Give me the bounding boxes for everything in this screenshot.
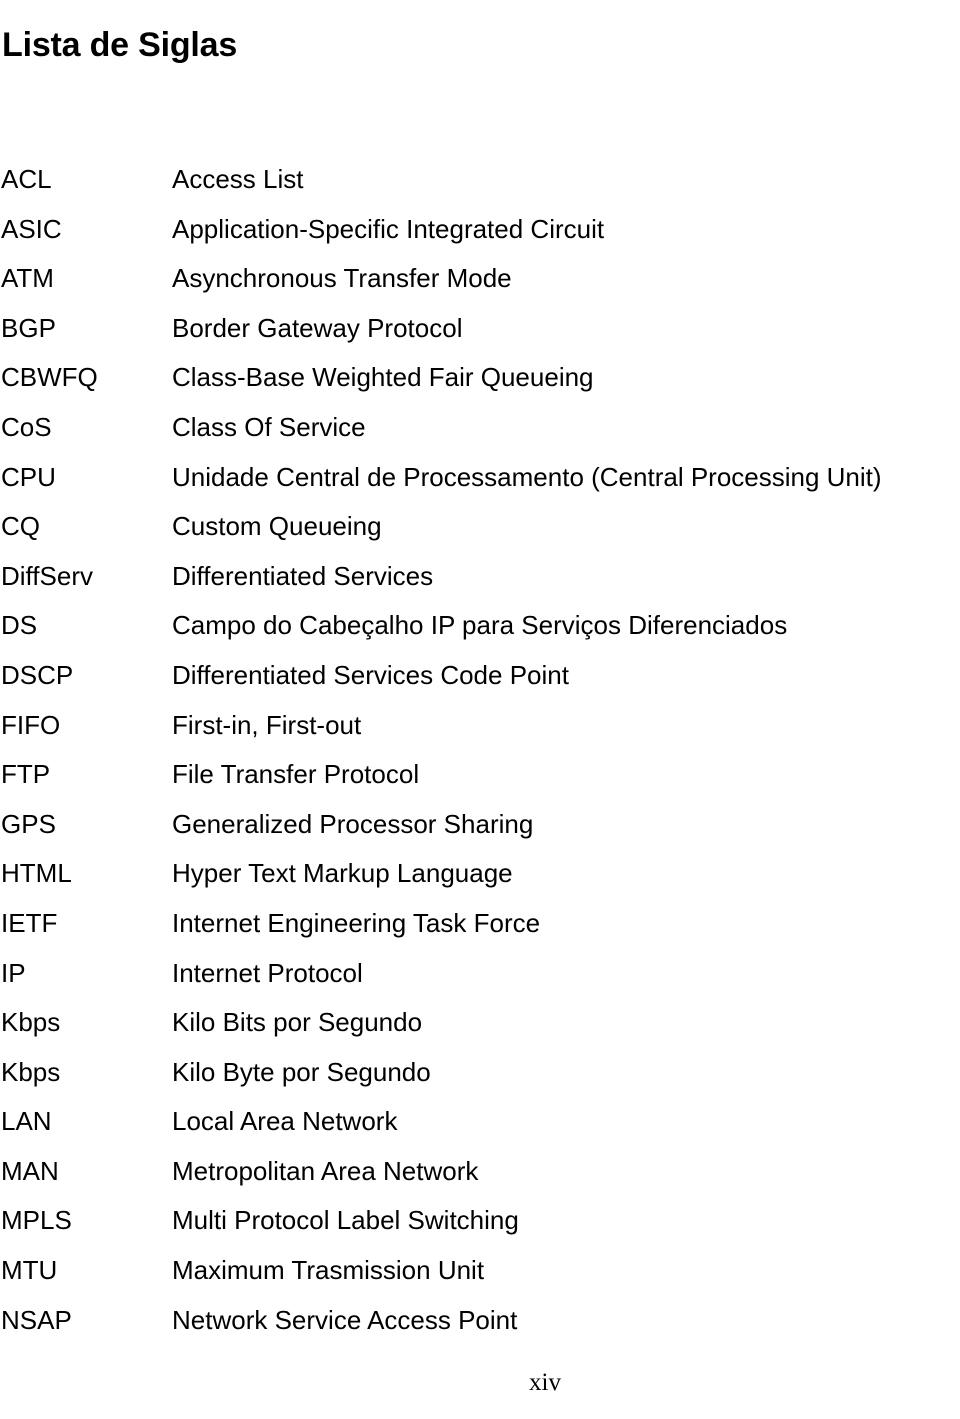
acronym-row: Kbps Kilo Bits por Segundo — [0, 1005, 960, 1055]
acronym-row: IP Internet Protocol — [0, 956, 960, 1006]
acronym-term: CoS — [1, 411, 52, 442]
acronym-definition: Unidade Central de Processamento (Centra… — [172, 461, 882, 492]
acronym-row: MPLS Multi Protocol Label Switching — [0, 1203, 960, 1253]
acronym-term: ATM — [1, 263, 54, 294]
document-page: Lista de Siglas ACL Access List ASIC Applic… — [0, 0, 960, 1419]
page-title: Lista de Siglas — [2, 25, 238, 64]
acronym-definition: Campo do Cabeçalho IP para Serviços Dife… — [172, 610, 788, 641]
acronym-term: IP — [1, 957, 26, 988]
acronym-definition: Internet Engineering Task Force — [172, 907, 541, 938]
acronym-definition: Network Service Access Point — [172, 1304, 518, 1335]
acronym-term: IETF — [1, 907, 58, 938]
acronym-definition: Access List — [172, 164, 304, 194]
acronym-term: FIFO — [1, 709, 61, 740]
acronym-definition: Class-Base Weighted Fair Queueing — [172, 362, 594, 393]
acronym-row: ACL Access List — [0, 162, 960, 212]
page-number: xiv — [529, 1369, 561, 1396]
acronym-definition: Custom Queueing — [172, 511, 382, 542]
acronym-row: NSAP Network Service Access Point — [0, 1303, 960, 1353]
acronym-definition: Internet Protocol — [172, 957, 363, 988]
acronym-definition: Border Gateway Protocol — [172, 312, 463, 343]
acronym-row: CQ Custom Queueing — [0, 509, 960, 559]
acronym-term: BGP — [1, 312, 56, 343]
acronym-list: ACL Access List ASIC Application-Specific I… — [0, 162, 960, 1352]
acronym-term: CBWFQ — [1, 362, 98, 393]
acronym-term: NSAP — [1, 1304, 72, 1335]
acronym-term: DiffServ — [1, 560, 93, 591]
acronym-row: IETF Internet Engineering Task Force — [0, 906, 960, 956]
acronym-definition: Asynchronous Transfer Mode — [172, 263, 512, 294]
acronym-term: CPU — [1, 461, 56, 492]
acronym-row: CPU Unidade Central de Processamento (Cen… — [0, 460, 960, 510]
acronym-term: ACL — [1, 164, 52, 194]
acronym-term: Kbps — [1, 1007, 61, 1038]
acronym-term: GPS — [1, 808, 56, 839]
acronym-definition: Hyper Text Markup Language — [172, 858, 513, 889]
acronym-row: GPS Generalized Processor Sharing — [0, 807, 960, 857]
acronym-definition: Differentiated Services Code Point — [172, 659, 569, 690]
acronym-term: MTU — [1, 1255, 58, 1286]
acronym-row: MAN Metropolitan Area Network — [0, 1154, 960, 1204]
acronym-definition: Kilo Byte por Segundo — [172, 1056, 431, 1087]
acronym-row: Kbps Kilo Byte por Segundo — [0, 1055, 960, 1105]
acronym-row: DiffServ Differentiated Services — [0, 559, 960, 609]
acronym-term: MAN — [1, 1155, 59, 1186]
acronym-definition: Metropolitan Area Network — [172, 1155, 479, 1186]
acronym-row: ATM Asynchronous Transfer Mode — [0, 261, 960, 311]
acronym-row: FIFO First-in, First-out — [0, 708, 960, 758]
acronym-definition: Class Of Service — [172, 411, 366, 442]
acronym-definition: First-in, First-out — [172, 709, 362, 740]
acronym-row: HTML Hyper Text Markup Language — [0, 856, 960, 906]
acronym-term: HTML — [1, 858, 72, 889]
acronym-term: Kbps — [1, 1056, 61, 1087]
acronym-row: LAN Local Area Network — [0, 1104, 960, 1154]
acronym-term: ASIC — [1, 213, 62, 244]
acronym-definition: Kilo Bits por Segundo — [172, 1007, 423, 1038]
acronym-definition: Local Area Network — [172, 1106, 398, 1137]
acronym-definition: Differentiated Services — [172, 560, 434, 591]
acronym-term: LAN — [1, 1106, 52, 1137]
acronym-row: CBWFQ Class-Base Weighted Fair Queueing — [0, 360, 960, 410]
acronym-row: ASIC Application-Specific Integrated Circ… — [0, 212, 960, 262]
acronym-term: DSCP — [1, 659, 74, 690]
acronym-row: DSCP Differentiated Services Code Point — [0, 658, 960, 708]
acronym-term: CQ — [1, 511, 40, 542]
acronym-definition: Generalized Processor Sharing — [172, 808, 534, 839]
acronym-definition: File Transfer Protocol — [172, 759, 420, 790]
acronym-definition: Application-Specific Integrated Circuit — [172, 213, 605, 244]
acronym-row: BGP Border Gateway Protocol — [0, 311, 960, 361]
acronym-row: MTU Maximum Trasmission Unit — [0, 1253, 960, 1303]
acronym-definition: Maximum Trasmission Unit — [172, 1255, 485, 1286]
acronym-row: DS Campo do Cabeçalho IP para Serviços Di… — [0, 608, 960, 658]
acronym-row: CoS Class Of Service — [0, 410, 960, 460]
acronym-term: FTP — [1, 759, 51, 790]
acronym-term: MPLS — [1, 1205, 72, 1236]
acronym-definition: Multi Protocol Label Switching — [172, 1205, 519, 1236]
acronym-row: FTP File Transfer Protocol — [0, 757, 960, 807]
acronym-term: DS — [1, 610, 38, 641]
